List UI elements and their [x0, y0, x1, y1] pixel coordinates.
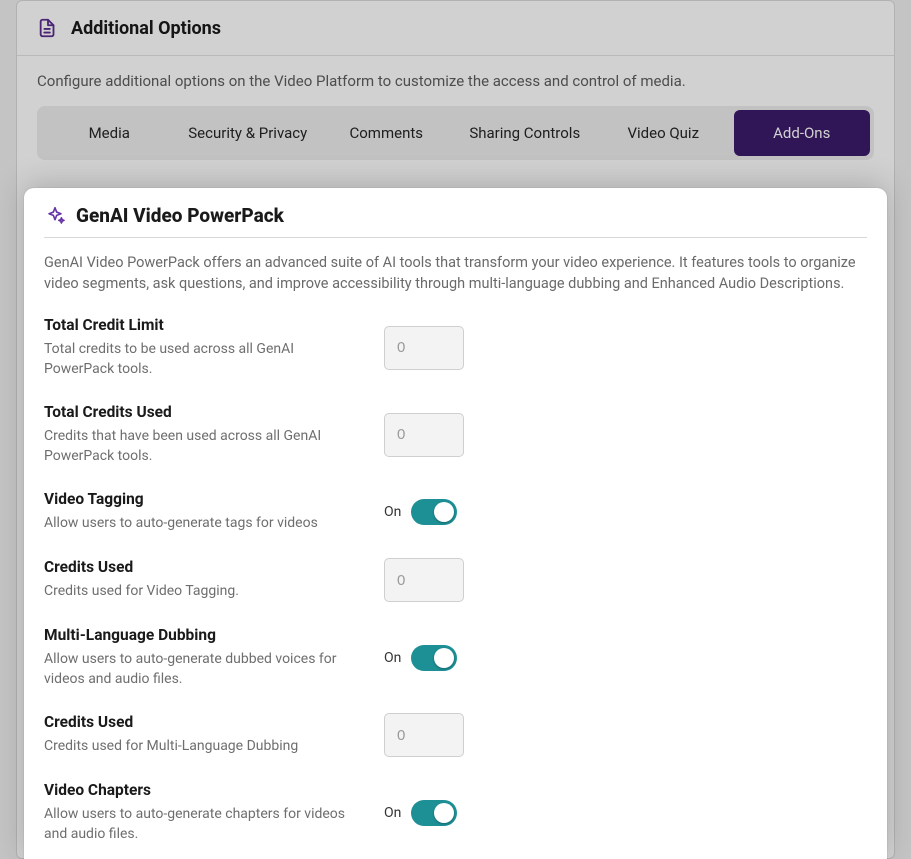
- card-title: Additional Options: [71, 18, 221, 39]
- panel-title: GenAI Video PowerPack: [76, 204, 284, 227]
- multi-dubbing-credits-input[interactable]: [384, 713, 464, 757]
- multi-dubbing-toggle[interactable]: [411, 645, 457, 671]
- total-credit-limit-desc: Total credits to be used across all GenA…: [44, 340, 364, 379]
- total-credit-limit-input[interactable]: [384, 326, 464, 370]
- tabs-bar: Media Security & Privacy Comments Sharin…: [37, 106, 874, 160]
- video-tagging-label: Video Tagging: [44, 490, 364, 508]
- video-tagging-state: On: [384, 504, 401, 520]
- intro-text: Configure additional options on the Vide…: [37, 72, 874, 90]
- row-video-chapters: Video Chapters Allow users to auto-gener…: [44, 781, 867, 844]
- total-credits-used-label: Total Credits Used: [44, 403, 364, 421]
- row-multi-dubbing: Multi-Language Dubbing Allow users to au…: [44, 626, 867, 689]
- row-multi-dubbing-credits: Credits Used Credits used for Multi-Lang…: [44, 713, 867, 757]
- video-tagging-desc: Allow users to auto-generate tags for vi…: [44, 514, 364, 534]
- multi-dubbing-label: Multi-Language Dubbing: [44, 626, 364, 644]
- tab-security-privacy[interactable]: Security & Privacy: [180, 110, 317, 156]
- video-chapters-toggle[interactable]: [411, 800, 457, 826]
- video-chapters-state: On: [384, 805, 401, 821]
- genai-powerpack-panel: GenAI Video PowerPack GenAI Video PowerP…: [24, 188, 887, 859]
- document-icon: [37, 17, 59, 39]
- row-total-credit-limit: Total Credit Limit Total credits to be u…: [44, 316, 867, 379]
- tab-sharing-controls[interactable]: Sharing Controls: [457, 110, 594, 156]
- card-body: Configure additional options on the Vide…: [17, 56, 894, 176]
- sparkle-icon: [44, 205, 66, 227]
- tab-media[interactable]: Media: [41, 110, 178, 156]
- video-tagging-credits-input[interactable]: [384, 558, 464, 602]
- video-tagging-credits-desc: Credits used for Video Tagging.: [44, 582, 364, 602]
- video-chapters-label: Video Chapters: [44, 781, 364, 799]
- tab-comments[interactable]: Comments: [318, 110, 455, 156]
- panel-description: GenAI Video PowerPack offers an advanced…: [44, 252, 867, 294]
- video-tagging-credits-label: Credits Used: [44, 558, 364, 576]
- row-video-tagging: Video Tagging Allow users to auto-genera…: [44, 490, 867, 534]
- multi-dubbing-state: On: [384, 650, 401, 666]
- total-credits-used-desc: Credits that have been used across all G…: [44, 427, 364, 466]
- row-total-credits-used: Total Credits Used Credits that have bee…: [44, 403, 867, 466]
- multi-dubbing-credits-desc: Credits used for Multi-Language Dubbing: [44, 737, 364, 757]
- total-credit-limit-label: Total Credit Limit: [44, 316, 364, 334]
- card-header: Additional Options: [17, 1, 894, 56]
- panel-title-row: GenAI Video PowerPack: [44, 204, 867, 238]
- video-tagging-toggle[interactable]: [411, 499, 457, 525]
- multi-dubbing-credits-label: Credits Used: [44, 713, 364, 731]
- video-chapters-desc: Allow users to auto-generate chapters fo…: [44, 805, 364, 844]
- total-credits-used-input[interactable]: [384, 413, 464, 457]
- row-video-tagging-credits: Credits Used Credits used for Video Tagg…: [44, 558, 867, 602]
- tab-video-quiz[interactable]: Video Quiz: [595, 110, 732, 156]
- tab-add-ons[interactable]: Add-Ons: [734, 110, 871, 156]
- multi-dubbing-desc: Allow users to auto-generate dubbed voic…: [44, 650, 364, 689]
